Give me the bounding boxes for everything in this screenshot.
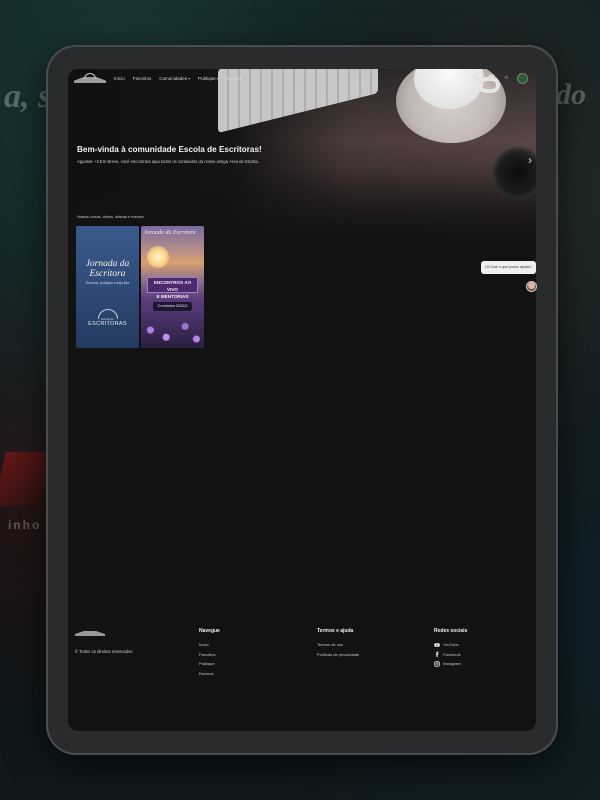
background-text-bottom: inho	[8, 518, 42, 532]
footer-heading: Navegue	[199, 628, 220, 634]
footer-heading: Termos e ajuda	[317, 628, 354, 634]
footer-column-navegue: Navegue Início Favoritos Publique Escrev…	[199, 628, 220, 678]
lavender-field-image	[141, 312, 204, 348]
card-highlight-box: ENCONTROS AO VIVO E MENTORIAS	[147, 277, 198, 299]
sunset-image	[147, 246, 169, 268]
footer-link-instagram[interactable]: Instagram	[434, 659, 467, 669]
search-icon[interactable]	[472, 74, 481, 83]
chevron-down-icon: ▾	[243, 76, 246, 81]
footer-link-publique[interactable]: Publique	[199, 659, 220, 669]
chat-assistant-avatar[interactable]	[526, 281, 537, 292]
chevron-down-icon: ▾	[216, 76, 219, 81]
top-navigation: Início Favoritos Comunidades▾ Publique▾ …	[68, 69, 536, 91]
course-card-jornada[interactable]: Jornada da Escritora Escreva, publique e…	[76, 226, 139, 348]
hero-title: Bem-vinda à comunidade Escola de Escrito…	[77, 145, 262, 154]
chat-prompt-bubble[interactable]: Oi! Com o que posso ajudar?	[481, 261, 536, 274]
user-avatar[interactable]	[517, 73, 528, 84]
tablet-screen: › Início Favoritos Comunidades▾ Publique…	[68, 69, 536, 731]
nav-link-publique[interactable]: Publique▾	[198, 76, 219, 81]
nav-link-comunidades[interactable]: Comunidades▾	[159, 76, 190, 81]
card-brand-bottom: ESCRITORAS	[88, 321, 127, 327]
card-subtitle: Escreva, publique e seja lida	[85, 281, 130, 285]
notification-bell-icon[interactable]	[502, 74, 511, 83]
copyright-text: © Todos os direitos reservados	[75, 649, 133, 654]
hero-description: Aguarde +3 Em Breve, você encontrará aqu…	[77, 159, 259, 164]
footer-column-termos: Termos e ajuda Termos de uso Políticas d…	[317, 628, 359, 659]
nav-link-favoritos[interactable]: Favoritos	[133, 76, 152, 81]
chat-icon[interactable]	[487, 74, 496, 83]
instagram-icon	[434, 661, 440, 667]
footer-link-inicio[interactable]: Início	[199, 640, 220, 650]
nav-actions	[472, 73, 528, 84]
chevron-down-icon: ▾	[188, 76, 191, 81]
tablet-frame: › Início Favoritos Comunidades▾ Publique…	[46, 45, 558, 755]
background-text-right: do	[556, 78, 586, 111]
footer-link-termos-de-uso[interactable]: Termos de uso	[317, 640, 359, 650]
footer-link-facebook[interactable]: Facebook	[434, 650, 467, 660]
footer-column-redes-sociais: Redes sociais YouTube Facebook Instagram	[434, 628, 467, 669]
nav-link-escreva[interactable]: Escreva▾	[227, 76, 246, 81]
footer-logo[interactable]	[75, 628, 105, 637]
facebook-icon	[434, 651, 440, 658]
footer-link-privacidade[interactable]: Políticas de privacidade	[317, 650, 359, 660]
background-graphic	[0, 452, 52, 506]
card-title: Jornada da Escritora	[85, 259, 130, 279]
card-title: Jornada da Escritora	[144, 230, 196, 236]
nav-link-inicio[interactable]: Início	[114, 76, 125, 81]
footer-link-youtube[interactable]: YouTube	[434, 640, 467, 650]
footer-link-escreva[interactable]: Escreva	[199, 669, 220, 679]
section-label: Nossos cursos, clubes, oficinas e evento…	[77, 215, 144, 219]
card-edition-pill: Cronônica 2025/2	[153, 302, 192, 311]
nav-links: Início Favoritos Comunidades▾ Publique▾ …	[114, 76, 254, 81]
background-text-left: a, s	[4, 78, 52, 115]
site-logo[interactable]	[74, 73, 106, 85]
youtube-icon	[434, 642, 440, 648]
hero-next-arrow-icon[interactable]: ›	[528, 153, 532, 167]
footer-heading: Redes sociais	[434, 628, 468, 634]
course-card-encontros[interactable]: Jornada da Escritora ENCONTROS AO VIVO E…	[141, 226, 204, 348]
footer-link-favoritos[interactable]: Favoritos	[199, 650, 220, 660]
